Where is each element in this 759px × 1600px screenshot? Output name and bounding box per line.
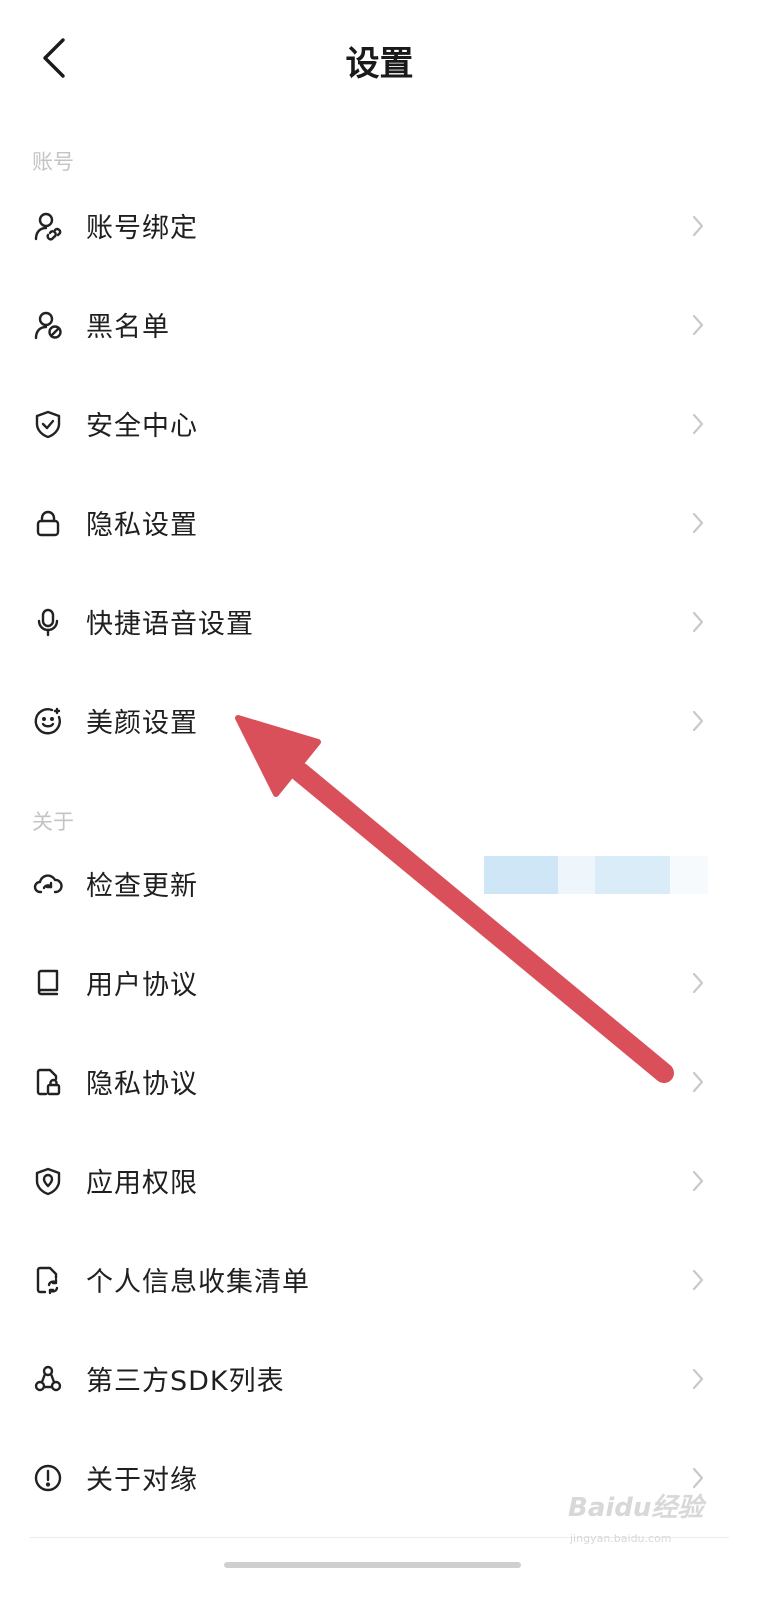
settings-row-label: 第三方SDK列表 [86, 1366, 285, 1397]
chevron-right-icon [688, 707, 708, 735]
book-icon [30, 965, 66, 1001]
settings-row-user-agreement[interactable]: 用户协议 [0, 933, 759, 1032]
settings-row-label: 隐私设置 [86, 510, 198, 541]
settings-row-privacy-agreement[interactable]: 隐私协议 [0, 1032, 759, 1131]
settings-row-beauty[interactable]: 美颜设置 [0, 671, 759, 770]
settings-row-quick-voice[interactable]: 快捷语音设置 [0, 572, 759, 671]
chevron-right-icon [688, 1365, 708, 1393]
chevron-right-icon [688, 212, 708, 240]
settings-row-label: 用户协议 [86, 970, 198, 1001]
settings-row-app-permissions[interactable]: 应用权限 [0, 1131, 759, 1230]
document-sync-icon [30, 1262, 66, 1298]
section-label-account: 账号 [32, 150, 74, 174]
settings-row-label: 检查更新 [86, 871, 198, 902]
settings-row-label: 黑名单 [86, 312, 170, 343]
settings-row-personal-info-list[interactable]: 个人信息收集清单 [0, 1230, 759, 1329]
chevron-right-icon [688, 969, 708, 997]
chevron-right-icon [688, 410, 708, 438]
settings-row-third-party-sdk[interactable]: 第三方SDK列表 [0, 1329, 759, 1428]
nodes-icon [30, 1361, 66, 1397]
chevron-right-icon [688, 1167, 708, 1195]
page-title: 设置 [345, 44, 414, 84]
settings-row-blacklist[interactable]: 黑名单 [0, 275, 759, 374]
header: 设置 [0, 0, 759, 120]
info-circle-icon [30, 1460, 66, 1496]
home-indicator [224, 1562, 521, 1568]
user-block-icon [30, 307, 66, 343]
account-link-icon [30, 208, 66, 244]
update-status-badge[interactable] [484, 856, 708, 894]
document-lock-icon [30, 1064, 66, 1100]
settings-row-security-center[interactable]: 安全中心 [0, 374, 759, 473]
settings-row-label: 关于对缘 [86, 1465, 198, 1496]
lock-icon [30, 505, 66, 541]
watermark-url: jingyan.baidu.com [570, 1532, 672, 1545]
section-label-about: 关于 [32, 810, 74, 834]
chevron-right-icon [688, 1266, 708, 1294]
microphone-icon [30, 604, 66, 640]
shield-check-icon [30, 406, 66, 442]
settings-row-label: 应用权限 [86, 1168, 198, 1199]
chevron-right-icon [688, 509, 708, 537]
settings-row-label: 隐私协议 [86, 1069, 198, 1100]
settings-row-label: 美颜设置 [86, 708, 198, 739]
chevron-right-icon [688, 1068, 708, 1096]
chevron-right-icon [688, 311, 708, 339]
settings-row-label: 安全中心 [86, 411, 198, 442]
chevron-right-icon [688, 608, 708, 636]
watermark-logo: Baidu经验 [568, 1493, 704, 1523]
settings-row-account-binding[interactable]: 账号绑定 [0, 176, 759, 275]
settings-row-label: 账号绑定 [86, 213, 198, 244]
smile-face-icon [30, 703, 66, 739]
settings-row-privacy-settings[interactable]: 隐私设置 [0, 473, 759, 572]
shield-location-icon [30, 1163, 66, 1199]
settings-row-label: 快捷语音设置 [86, 609, 254, 640]
cloud-refresh-icon [30, 866, 66, 902]
settings-row-label: 个人信息收集清单 [86, 1267, 310, 1298]
